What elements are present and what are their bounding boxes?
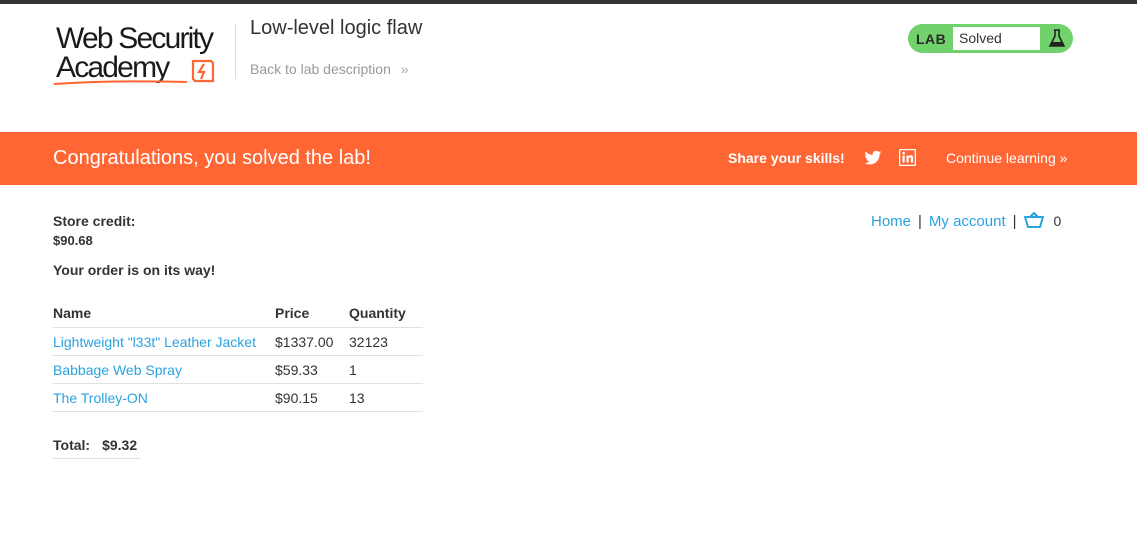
store-credit-label: Store credit: — [53, 213, 136, 229]
total-value: $9.32 — [102, 437, 138, 453]
back-to-lab-description-link[interactable]: Back to lab description » — [250, 61, 409, 77]
nav-separator: | — [918, 213, 922, 230]
order-total: Total: $9.32 — [53, 437, 141, 459]
continue-learning-link[interactable]: Continue learning » — [946, 150, 1067, 166]
item-name-cell: The Trolley-ON — [53, 383, 275, 412]
cart-count: 0 — [1053, 213, 1062, 229]
table-row: The Trolley-ON $90.15 13 — [53, 383, 423, 412]
logo-text-line1: Web Security — [56, 22, 214, 55]
chevron-right-icon: » — [1059, 150, 1068, 166]
my-account-link[interactable]: My account — [929, 213, 1006, 230]
linkedin-icon[interactable] — [899, 149, 916, 166]
table-row: Lightweight "l33t" Leather Jacket $1337.… — [53, 327, 423, 356]
cart-icon[interactable] — [1023, 212, 1044, 228]
order-table: Name Price Quantity Lightweight "l33t" L… — [53, 299, 423, 412]
product-link[interactable]: Babbage Web Spray — [53, 362, 182, 378]
continue-learning-label: Continue learning — [946, 150, 1056, 166]
logo-underline-swoosh — [53, 80, 188, 85]
item-price-cell: $90.15 — [275, 383, 349, 412]
back-link-label: Back to lab description — [250, 61, 391, 77]
top-navigation: Home | My account | 0 — [871, 212, 1061, 230]
solved-banner: Congratulations, you solved the lab! Sha… — [0, 132, 1137, 185]
item-price-cell: $1337.00 — [275, 327, 349, 356]
banner-message: Congratulations, you solved the lab! — [53, 147, 371, 169]
store-credit-value: $90.68 — [53, 233, 93, 248]
logo-mark-icon — [191, 59, 215, 83]
chevron-right-icon: » — [400, 61, 409, 77]
web-security-academy-logo[interactable]: Web Security Academy — [53, 22, 218, 88]
share-skills-label: Share your skills! — [728, 150, 845, 166]
table-header-row: Name Price Quantity — [53, 299, 423, 328]
item-quantity-cell: 13 — [349, 383, 423, 412]
item-quantity-cell: 32123 — [349, 327, 423, 356]
total-label: Total: — [53, 437, 91, 453]
column-header-name: Name — [53, 299, 275, 328]
lab-status-label: LAB — [916, 31, 947, 47]
item-name-cell: Babbage Web Spray — [53, 355, 275, 384]
column-header-price: Price — [275, 299, 349, 328]
table-row: Babbage Web Spray $59.33 1 — [53, 355, 423, 384]
top-border — [0, 0, 1137, 4]
column-header-quantity: Quantity — [349, 299, 423, 328]
lab-status-value: Solved — [953, 27, 1040, 50]
product-link[interactable]: The Trolley-ON — [53, 390, 148, 406]
flask-icon — [1048, 29, 1066, 47]
nav-separator: | — [1012, 213, 1017, 230]
twitter-icon[interactable] — [864, 150, 882, 166]
product-link[interactable]: Lightweight "l33t" Leather Jacket — [53, 334, 256, 350]
home-link[interactable]: Home — [871, 213, 911, 230]
lab-status-widget: LAB Solved — [908, 24, 1073, 53]
item-price-cell: $59.33 — [275, 355, 349, 384]
item-quantity-cell: 1 — [349, 355, 423, 384]
order-status-message: Your order is on its way! — [53, 262, 216, 278]
header-divider — [235, 24, 236, 79]
lab-title: Low-level logic flaw — [250, 17, 423, 39]
item-name-cell: Lightweight "l33t" Leather Jacket — [53, 327, 275, 356]
